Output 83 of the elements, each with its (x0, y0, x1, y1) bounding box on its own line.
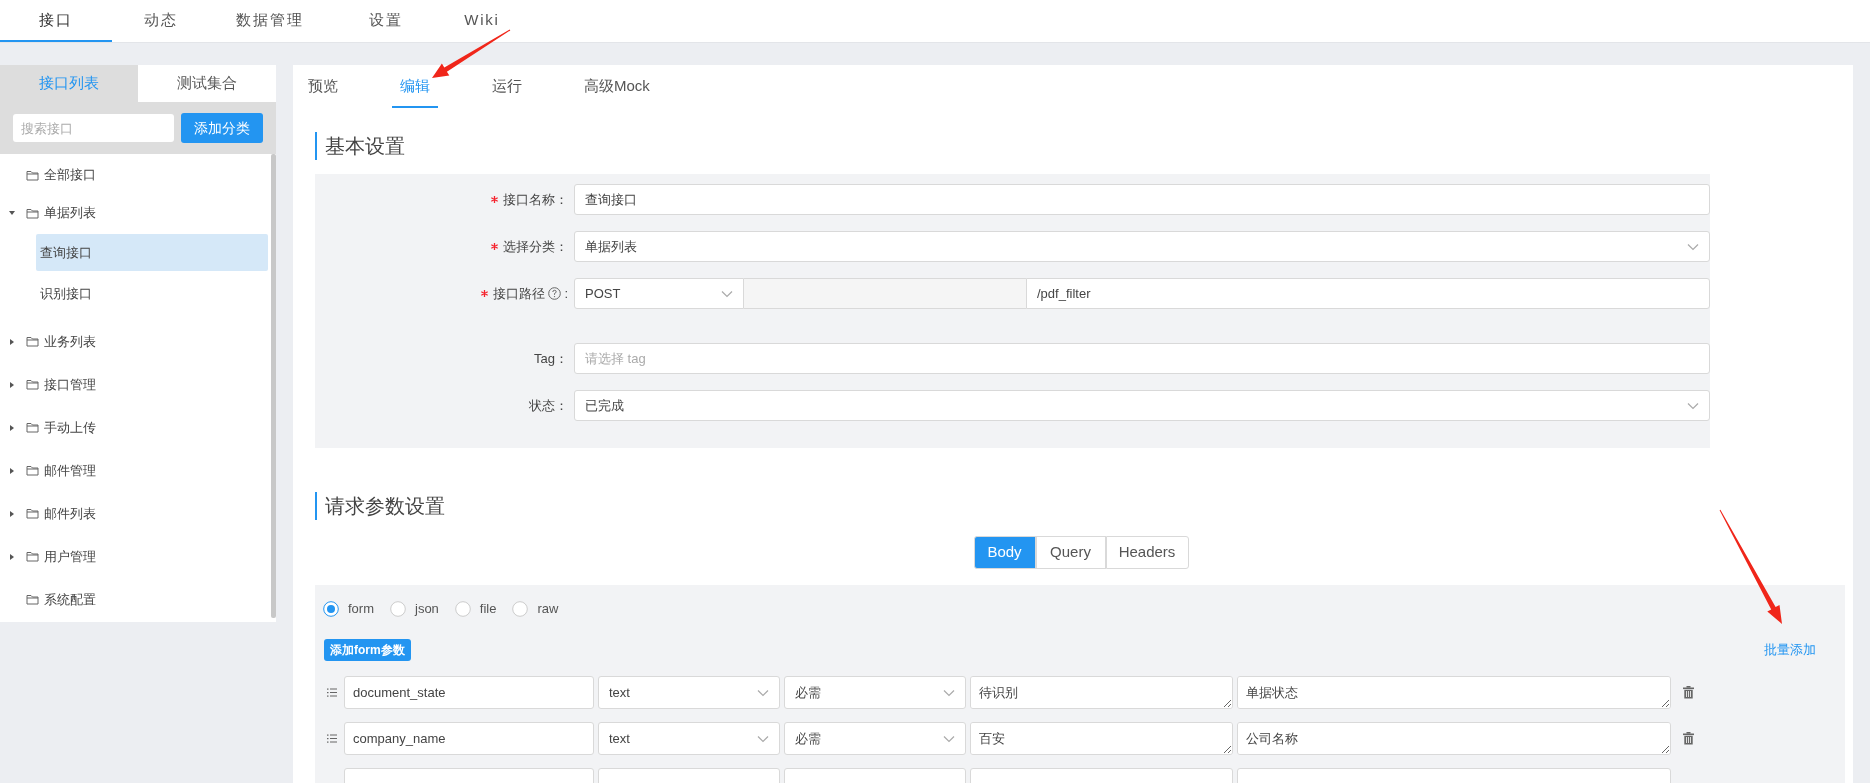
description-field[interactable]: 公司名称 (1237, 722, 1671, 755)
nav-tab[interactable]: 数据管理 (210, 0, 330, 42)
chevron-down-icon (757, 688, 769, 697)
chevron-down-icon (1687, 401, 1699, 410)
caret-down-icon[interactable] (8, 209, 16, 217)
nav-tab[interactable]: Wiki (442, 0, 522, 42)
scrollbar[interactable] (271, 154, 276, 618)
list-icon (327, 688, 337, 697)
param-name-field[interactable]: company_name (344, 722, 594, 755)
select-field[interactable]: 单据列表 (574, 231, 1710, 262)
tree-item[interactable]: 查询接口 (36, 234, 268, 271)
type-select[interactable]: text (598, 676, 780, 709)
tree-item[interactable]: 单据列表 (26, 198, 102, 228)
required-select[interactable]: 必需 (784, 676, 966, 709)
radio-icon[interactable] (512, 601, 529, 617)
tree-item[interactable]: 接口管理 (26, 369, 102, 400)
tree-item[interactable]: 邮件列表 (26, 498, 102, 529)
tree-item[interactable]: 手动上传 (26, 412, 102, 443)
segment-tab[interactable]: Query (1035, 536, 1106, 569)
label-colon: : (564, 284, 568, 303)
chevron-down-icon (1687, 242, 1699, 251)
radio-selected-icon[interactable] (323, 601, 339, 617)
tree-item[interactable]: 识别接口 (36, 275, 268, 312)
folder-icon (26, 421, 39, 434)
radio-label: form (348, 600, 374, 619)
radio-label: json (415, 600, 439, 619)
chevron-down-icon (757, 734, 769, 743)
method-select[interactable]: POST (574, 278, 744, 309)
caret-right-icon[interactable] (8, 552, 16, 561)
tree-item[interactable]: 系统配置 (26, 584, 102, 615)
radio-icon[interactable] (390, 601, 406, 617)
nav-tab[interactable]: 接口 (0, 0, 112, 42)
radio-icon[interactable] (454, 601, 471, 617)
tree-item[interactable]: 业务列表 (26, 326, 102, 357)
folder-icon (26, 464, 39, 477)
trash-icon[interactable] (1683, 686, 1694, 699)
chevron-down-icon (943, 734, 955, 743)
list-icon (327, 734, 337, 743)
section-title: 基本设置 (325, 134, 405, 159)
description-field[interactable]: 单据状态 (1237, 676, 1671, 709)
folder-icon (26, 335, 39, 348)
path-field[interactable]: /pdf_filter (1026, 278, 1710, 309)
chevron-down-icon (721, 289, 733, 298)
tab[interactable]: 运行 (484, 65, 530, 108)
tree-item[interactable]: 邮件管理 (26, 455, 102, 486)
tab[interactable]: 预览 (300, 65, 346, 108)
nav-tab[interactable]: 设置 (330, 0, 442, 42)
field-label: 状态： (529, 396, 568, 415)
folder-icon (26, 550, 39, 563)
radio-label: raw (537, 600, 559, 619)
caret-right-icon[interactable] (8, 423, 16, 432)
tree-item[interactable]: 全部接口 (26, 160, 102, 190)
caret-right-icon[interactable] (8, 337, 16, 346)
caret-right-icon[interactable] (8, 466, 16, 475)
caret-right-icon[interactable] (8, 380, 16, 389)
type-select[interactable]: text (598, 722, 780, 755)
folder-icon (26, 593, 39, 606)
folder-icon (26, 168, 39, 182)
tree-item[interactable]: 用户管理 (26, 541, 102, 572)
segment-tab[interactable]: Headers (1105, 536, 1189, 569)
text-field[interactable]: 请选择 tag (574, 343, 1710, 374)
tab[interactable]: 高级Mock (576, 65, 658, 108)
section-title: 请求参数设置 (325, 494, 445, 519)
folder-icon (26, 206, 39, 220)
param-name-field[interactable]: document_state (344, 676, 594, 709)
required-select[interactable]: 必需 (784, 722, 966, 755)
chevron-down-icon (943, 688, 955, 697)
field-label: 选择分类： (503, 237, 568, 256)
text-field[interactable]: 查询接口 (574, 184, 1710, 215)
sidebar-tab[interactable]: 测试集合 (138, 65, 276, 102)
field-label: 接口路径 (493, 284, 546, 303)
radio-label: file (479, 600, 497, 619)
field-label: Tag： (534, 349, 568, 368)
search-field[interactable]: 搜索接口 (13, 114, 174, 142)
select-field[interactable]: 已完成 (574, 390, 1710, 421)
example-field[interactable]: 百安 (970, 722, 1233, 755)
folder-icon (26, 507, 39, 520)
trash-icon[interactable] (1683, 732, 1694, 745)
folder-icon (26, 378, 39, 391)
example-field[interactable]: 待识别 (970, 676, 1233, 709)
field-label: 接口名称： (503, 190, 568, 209)
nav-tab[interactable]: 动态 (112, 0, 210, 42)
caret-right-icon[interactable] (8, 509, 16, 518)
